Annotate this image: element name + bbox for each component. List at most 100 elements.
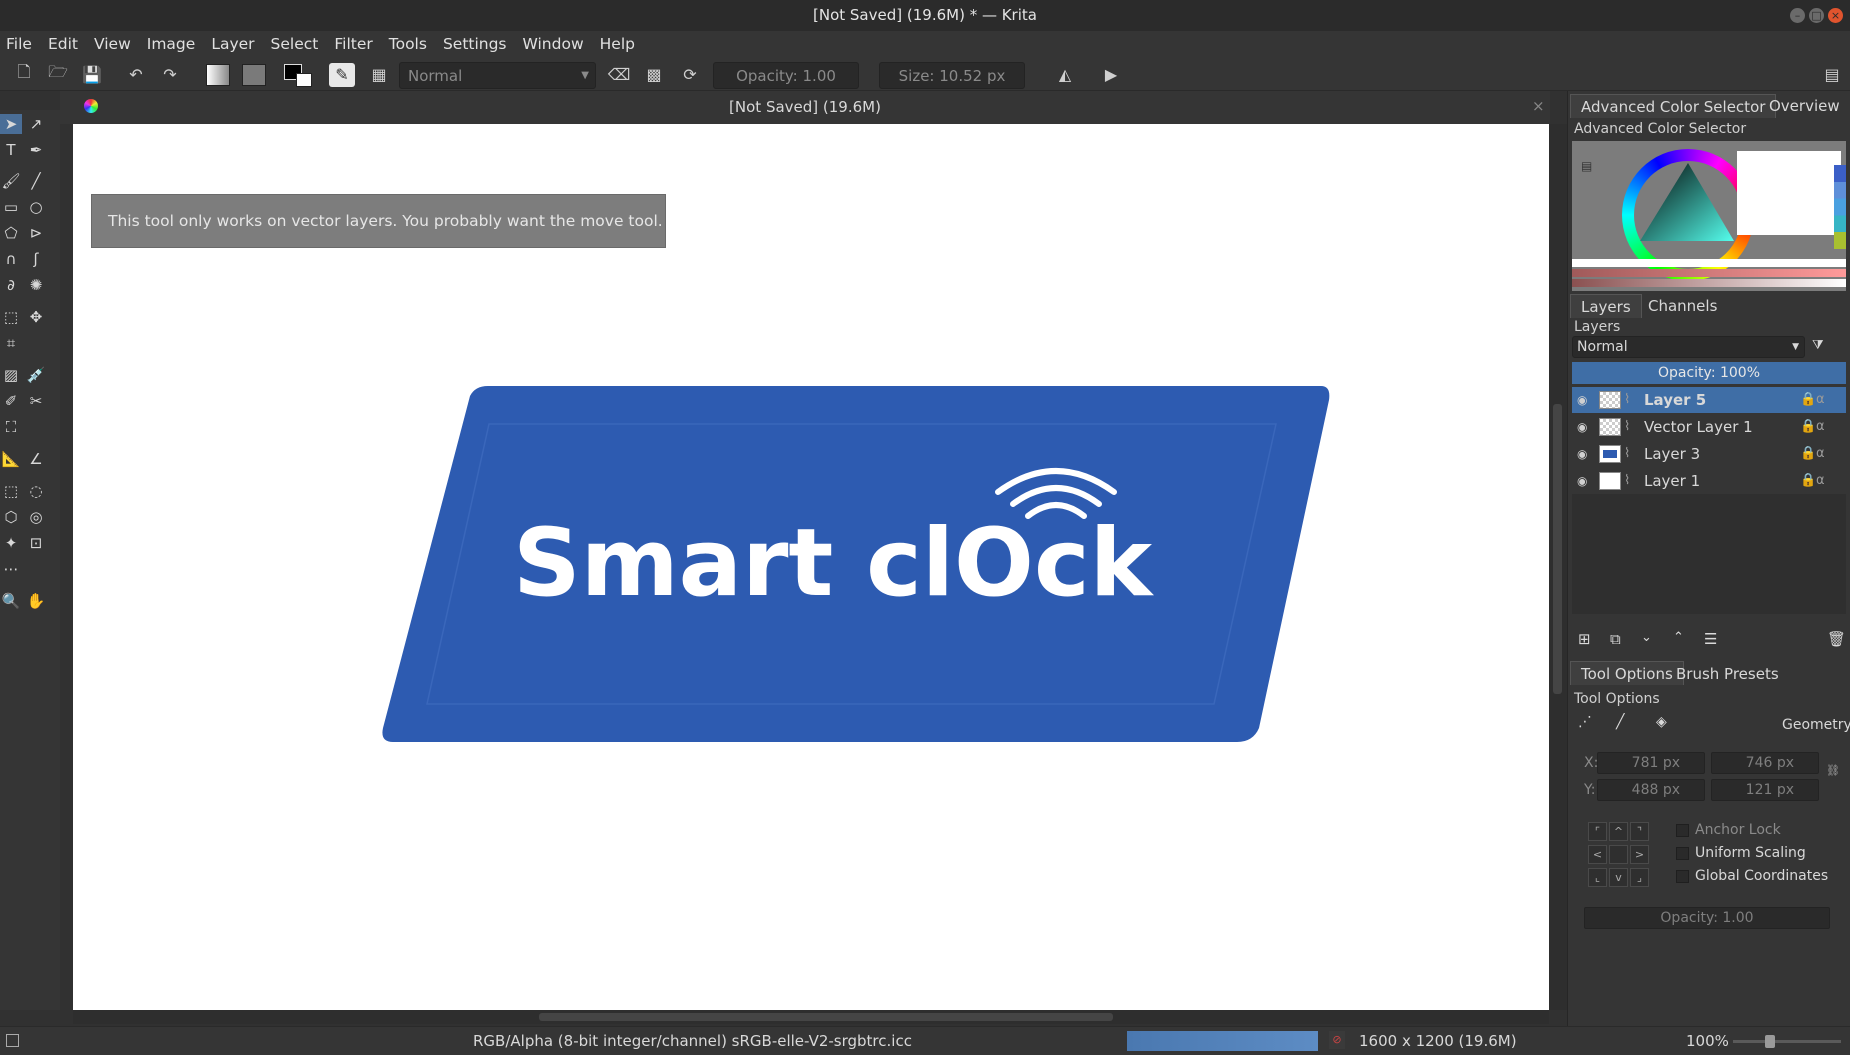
line-tool-icon[interactable]: ╱ xyxy=(25,171,47,191)
freehand-brush-tool-icon[interactable]: 🖌 xyxy=(0,171,22,191)
x-position-field[interactable]: 781 px xyxy=(1597,752,1705,774)
lock-icon[interactable]: 🔒 xyxy=(1800,468,1816,494)
layer-row-layer-3[interactable]: ◉ ⌇ Layer 3 🔒 α xyxy=(1572,441,1846,467)
delete-layer-icon[interactable]: 🗑 xyxy=(1827,630,1846,648)
tab-advanced-color-selector[interactable]: Advanced Color Selector xyxy=(1570,94,1777,118)
ellipse-select-tool-icon[interactable]: ◌ xyxy=(25,481,47,501)
assistant-tool-icon[interactable]: 📐 xyxy=(0,449,22,469)
anchor-right[interactable]: > xyxy=(1630,845,1649,864)
uniform-scaling-checkbox[interactable] xyxy=(1676,847,1689,860)
global-coordinates-checkbox[interactable] xyxy=(1676,870,1689,883)
save-icon[interactable]: 💾 xyxy=(80,63,104,85)
anchor-bottom[interactable]: v xyxy=(1609,868,1628,887)
move-tool-icon[interactable]: ✥ xyxy=(25,307,47,327)
polyline-tool-icon[interactable]: ⊳ xyxy=(25,223,47,243)
calligraphy-tool-icon[interactable]: ✒ xyxy=(25,140,47,160)
height-field[interactable]: 121 px xyxy=(1711,779,1819,801)
zoom-slider[interactable] xyxy=(1733,1035,1841,1048)
bezier-select-tool-icon[interactable]: ⋯ xyxy=(0,559,22,579)
anchor-center[interactable] xyxy=(1609,845,1628,864)
alpha-lock-icon[interactable]: α xyxy=(1816,468,1825,494)
stroke-icon[interactable]: ╱ xyxy=(1616,714,1624,730)
transform-tool-icon[interactable]: ⬚ xyxy=(0,307,22,327)
anchor-left[interactable]: < xyxy=(1588,845,1607,864)
add-layer-icon[interactable]: ⊞ xyxy=(1578,630,1591,648)
smart-patch-tool-icon[interactable]: ✂ xyxy=(25,391,47,411)
reload-preset-icon[interactable]: ⟳ xyxy=(678,63,702,85)
eye-icon[interactable]: ◉ xyxy=(1577,420,1591,434)
maximize-button[interactable]: □ xyxy=(1809,8,1824,23)
anchor-bottom-right[interactable]: ⌟ xyxy=(1630,868,1649,887)
anchor-top-left[interactable]: ⌜ xyxy=(1588,822,1607,841)
crop-tool-icon[interactable]: ⌗ xyxy=(0,333,22,353)
layers-blend-select[interactable]: Normal ▼ xyxy=(1572,336,1805,358)
eye-icon[interactable]: ◉ xyxy=(1577,474,1591,488)
alpha-lock-icon[interactable]: α xyxy=(1816,414,1825,440)
menu-view[interactable]: View xyxy=(94,35,131,53)
size-slider[interactable]: Size: 10.52 px xyxy=(879,62,1025,89)
opacity-slider[interactable]: Opacity: 1.00 xyxy=(713,62,859,89)
pan-tool-icon[interactable]: ✋ xyxy=(25,591,47,611)
vertical-scroll-thumb[interactable] xyxy=(1553,404,1562,694)
alpha-lock-icon[interactable]: α xyxy=(1816,387,1825,413)
alpha-lock-icon[interactable]: α xyxy=(1816,441,1825,467)
value-slider-pink[interactable] xyxy=(1572,279,1846,287)
menu-layer[interactable]: Layer xyxy=(211,35,254,53)
lock-icon[interactable]: 🔒 xyxy=(1800,414,1816,440)
anchor-bottom-left[interactable]: ⌞ xyxy=(1588,868,1607,887)
vertical-scrollbar[interactable] xyxy=(1549,124,1567,1010)
fill-icon[interactable]: ◈ xyxy=(1656,714,1667,730)
workspace-grid-icon[interactable]: ▦ xyxy=(367,63,391,85)
layer-name[interactable]: Layer 3 xyxy=(1644,441,1700,467)
canvas[interactable]: Smart clOck xyxy=(73,124,1549,1010)
saturation-triangle[interactable] xyxy=(1634,161,1742,269)
close-document-icon[interactable]: × xyxy=(1532,97,1545,115)
cancel-icon[interactable]: ⊘ xyxy=(1329,1031,1345,1049)
rect-select-tool-icon[interactable]: ⬚ xyxy=(0,481,22,501)
geometry-icon[interactable]: ⋰ xyxy=(1578,714,1592,730)
width-field[interactable]: 746 px xyxy=(1711,752,1819,774)
brush-preset-icon[interactable]: ✎ xyxy=(329,63,355,87)
move-layer-down-icon[interactable]: ⌄ xyxy=(1641,630,1652,645)
filter-icon[interactable]: ⧩ xyxy=(1812,338,1824,353)
color-history-swatches[interactable] xyxy=(1834,165,1846,249)
anchor-lock-checkbox[interactable] xyxy=(1676,824,1689,837)
eye-icon[interactable]: ◉ xyxy=(1577,447,1591,461)
polygon-select-tool-icon[interactable]: ⬡ xyxy=(0,507,22,527)
gradient-swatch[interactable] xyxy=(206,64,230,86)
menu-help[interactable]: Help xyxy=(600,35,635,53)
aspect-link-icon[interactable]: ⛓ xyxy=(1826,764,1840,777)
open-document-icon[interactable]: 🗁 xyxy=(46,62,70,85)
y-position-field[interactable]: 488 px xyxy=(1597,779,1705,801)
selector-settings-icon[interactable]: ▤ xyxy=(1581,159,1592,173)
layer-row-vector-layer-1[interactable]: ◉ ⌇ Vector Layer 1 🔒 α xyxy=(1572,414,1846,440)
minimize-button[interactable]: – xyxy=(1790,8,1805,23)
multibrush-tool-icon[interactable]: ✺ xyxy=(25,275,47,295)
undo-icon[interactable]: ↶ xyxy=(124,63,148,85)
redo-icon[interactable]: ↷ xyxy=(158,63,182,85)
menu-window[interactable]: Window xyxy=(523,35,584,53)
rectangle-tool-icon[interactable]: ▭ xyxy=(0,197,22,217)
polygon-tool-icon[interactable]: ⬠ xyxy=(0,223,22,243)
background-color-swatch[interactable] xyxy=(296,73,312,87)
layer-row-layer-5[interactable]: ◉ ⌇ Layer 5 🔒 α xyxy=(1572,387,1846,413)
anchor-top-right[interactable]: ⌝ xyxy=(1630,822,1649,841)
layer-name[interactable]: Layer 5 xyxy=(1644,387,1706,413)
horizontal-scroll-thumb[interactable] xyxy=(539,1013,1113,1021)
anchor-top[interactable]: ^ xyxy=(1609,822,1628,841)
new-document-icon[interactable]: 🗋 xyxy=(12,62,36,85)
bezier-tool-icon[interactable]: ∩ xyxy=(0,249,22,269)
menu-filter[interactable]: Filter xyxy=(334,35,372,53)
shape-opacity-slider[interactable]: Opacity: 1.00 xyxy=(1584,907,1830,929)
eye-icon[interactable]: ◉ xyxy=(1577,393,1591,407)
mirror-horizontal-icon[interactable]: ◭ xyxy=(1053,63,1077,85)
zoom-tool-icon[interactable]: 🔍 xyxy=(0,591,22,611)
preserve-alpha-icon[interactable]: ▩ xyxy=(642,63,666,85)
tab-brush-presets[interactable]: Brush Presets xyxy=(1666,662,1789,686)
duplicate-layer-icon[interactable]: ⧉ xyxy=(1610,630,1621,648)
menu-image[interactable]: Image xyxy=(147,35,196,53)
pattern-swatch[interactable] xyxy=(242,64,266,86)
mirror-vertical-icon[interactable]: ▶ xyxy=(1099,63,1123,85)
menu-edit[interactable]: Edit xyxy=(48,35,78,53)
select-shapes-tool-icon[interactable]: ➤ xyxy=(0,114,22,134)
